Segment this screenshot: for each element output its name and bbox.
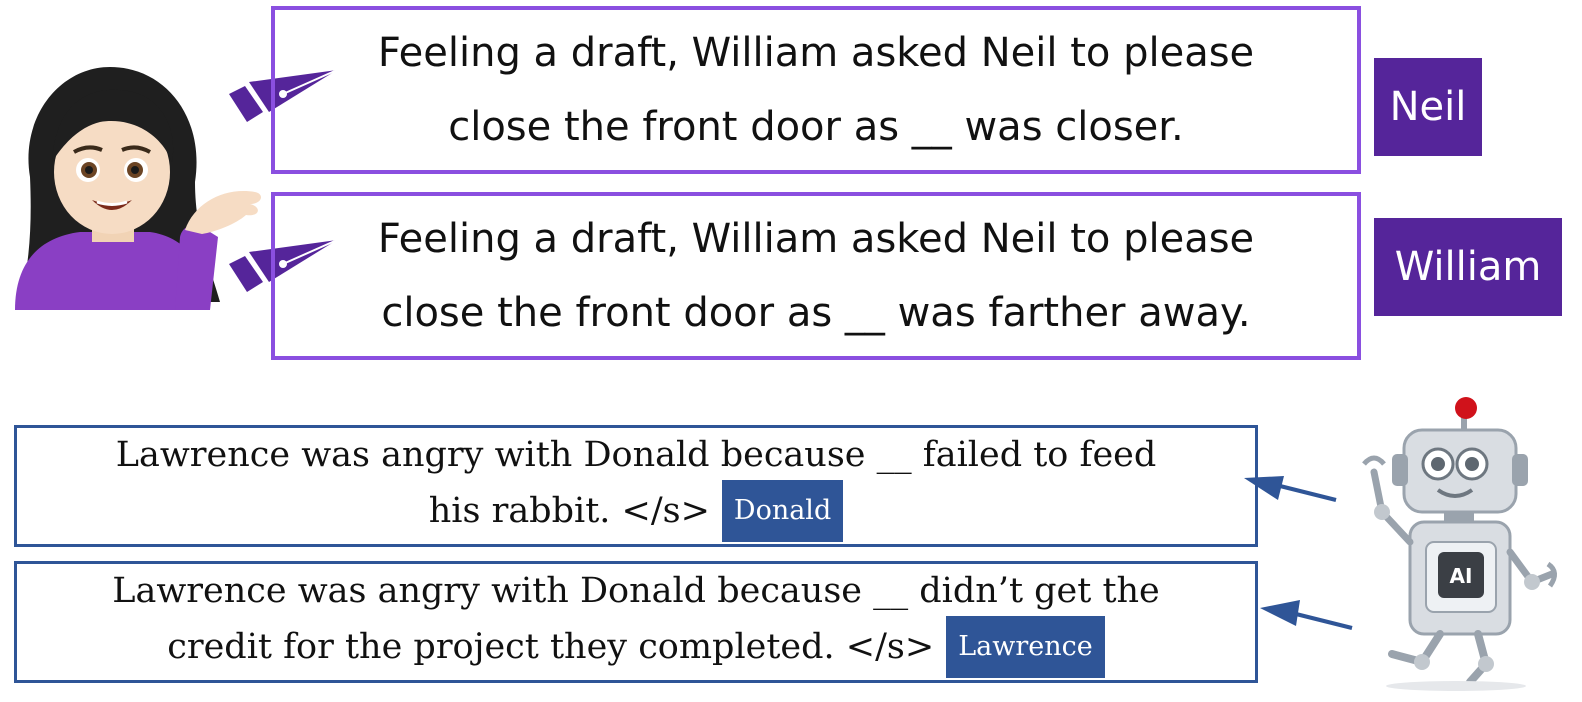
human-answer-label-1: Neil [1374,58,1482,156]
human-sentence-1-line2: close the front door as __ was closer. [448,104,1184,150]
human-sentence-2-line1: Feeling a draft, William asked Neil to p… [377,216,1255,262]
human-sentence-2-line2: close the front door as __ was farther a… [381,290,1251,336]
model-sentence-box-1: Lawrence was angry with Donald because _… [14,425,1258,547]
model-sentence-1-line1: Lawrence was angry with Donald because _… [115,435,1157,475]
robot-icon: AI [1362,397,1557,691]
robot-chip-label: AI [1450,564,1473,588]
model-sentence-box-2: Lawrence was angry with Donald because _… [14,561,1258,683]
model-answer-label-2: Lawrence [946,616,1105,678]
human-sentence-box-2: Feeling a draft, William asked Neil to p… [271,192,1361,360]
model-sentence-2-line2: credit for the project they completed. <… [167,627,935,667]
arrow-left-icon [1244,476,1337,502]
model-sentence-1-line2: his rabbit. </s> [428,491,710,531]
human-sentence-box-1: Feeling a draft, William asked Neil to p… [271,6,1361,174]
person-tipping-hand-icon [15,67,262,310]
human-answer-label-2: William [1374,218,1562,316]
model-sentence-2-line1: Lawrence was angry with Donald because _… [112,571,1160,611]
human-sentence-1-line1: Feeling a draft, William asked Neil to p… [377,30,1255,76]
model-answer-label-1: Donald [721,480,844,542]
